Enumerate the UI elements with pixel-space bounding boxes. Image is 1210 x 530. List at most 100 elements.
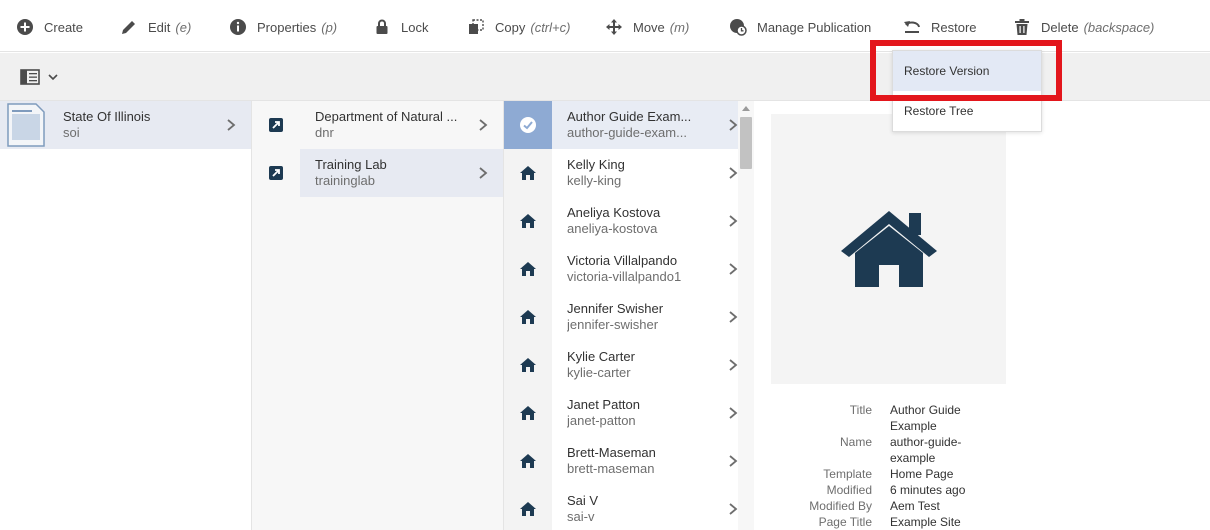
item-thumb[interactable] — [504, 101, 552, 149]
create-label: Create — [44, 19, 84, 35]
create-button[interactable]: Create — [16, 14, 83, 40]
item-texts: Janet Patton janet-patton — [567, 397, 727, 429]
item-texts: Victoria Villalpando victoria-villalpand… — [567, 253, 727, 285]
globe-clock-icon — [730, 19, 747, 36]
item-name: jennifer-swisher — [567, 317, 659, 332]
item-title: Aneliya Kostova — [567, 205, 661, 220]
item-thumb — [504, 293, 552, 341]
restore-label: Restore — [931, 19, 977, 35]
move-button[interactable]: Move (m) — [605, 14, 689, 40]
scroll-up-arrow-icon[interactable] — [741, 104, 751, 112]
action-toolbar: Create Edit (e) Properties (p) Lock Copy (c… — [0, 0, 1210, 52]
item-name: author-guide-exam... — [567, 125, 687, 140]
item-texts: Kelly King kelly-king — [567, 157, 727, 189]
properties-list: Title Author Guide Example Name author-gui… — [771, 402, 1011, 530]
item-title: Victoria Villalpando — [567, 253, 678, 268]
home-icon — [520, 358, 536, 372]
page-thumbnail-icon — [7, 103, 45, 147]
item-name: traininglab — [315, 173, 375, 188]
property-value: Home Page — [890, 467, 954, 481]
item-title: Department of Natural ... — [315, 109, 458, 124]
list-item[interactable]: Sai V sai-v — [504, 485, 753, 530]
chevron-down-icon — [48, 74, 58, 81]
item-name: brett-maseman — [567, 461, 655, 476]
property-key: Template — [823, 467, 872, 481]
item-texts: Aneliya Kostova aneliya-kostova — [567, 205, 727, 237]
restore-button[interactable]: Restore — [903, 14, 977, 40]
list-item[interactable]: Jennifer Swisher jennifer-swisher — [504, 293, 753, 341]
edit-button[interactable]: Edit (e) — [120, 14, 191, 40]
copy-button[interactable]: Copy (ctrl+c) — [467, 14, 570, 40]
pencil-icon — [122, 21, 135, 34]
list-item[interactable]: Kelly King kelly-king — [504, 149, 753, 197]
item-title: Training Lab — [315, 157, 387, 172]
restore-dropdown-menu: Restore Version Restore Tree — [892, 50, 1042, 132]
item-title: Kylie Carter — [567, 349, 635, 364]
column-view-icon — [20, 69, 40, 85]
item-name: dnr — [315, 125, 334, 140]
properties-button[interactable]: Properties (p) — [229, 14, 337, 40]
property-key: Title — [849, 403, 872, 417]
home-icon — [520, 166, 536, 180]
list-item[interactable]: Training Lab traininglab — [252, 149, 503, 197]
item-title: Janet Patton — [567, 397, 640, 412]
trash-icon — [1015, 19, 1029, 35]
lock-label: Lock — [401, 19, 429, 35]
chevron-right-icon[interactable] — [477, 118, 489, 132]
chevron-right-icon[interactable] — [477, 166, 489, 180]
property-row: Modified By Aem Test — [771, 498, 1011, 514]
manage-publication-label: Manage Publication — [757, 19, 872, 35]
list-item[interactable]: Department of Natural ... dnr — [252, 101, 503, 149]
property-row: Template Home Page — [771, 466, 1011, 482]
property-value: Example Site — [890, 515, 961, 529]
restore-tree-menu-item[interactable]: Restore Tree — [893, 91, 1041, 131]
list-item[interactable]: Author Guide Exam... author-guide-exam..… — [504, 101, 753, 149]
delete-shortcut: (backspace) — [1083, 19, 1155, 35]
item-thumb — [252, 101, 300, 149]
home-icon — [520, 454, 536, 468]
item-thumb — [252, 149, 300, 197]
manage-publication-button[interactable]: Manage Publication — [729, 14, 871, 40]
home-icon — [840, 211, 937, 287]
list-item[interactable]: Aneliya Kostova aneliya-kostova — [504, 197, 753, 245]
external-link-icon — [269, 166, 283, 180]
property-row: Page Title Example Site — [771, 514, 1011, 530]
item-texts: State Of Illinois soi — [63, 109, 225, 141]
item-name: kylie-carter — [567, 365, 631, 380]
item-title: Jennifer Swisher — [567, 301, 664, 316]
list-item[interactable]: State Of Illinois soi — [0, 101, 251, 149]
scrollbar-thumb[interactable] — [740, 117, 752, 169]
view-switcher-button[interactable] — [20, 68, 58, 86]
property-value: Author Guide Example — [890, 403, 961, 433]
item-thumb — [504, 437, 552, 485]
properties-shortcut: (p) — [321, 19, 338, 35]
list-item[interactable]: Brett-Maseman brett-maseman — [504, 437, 753, 485]
plus-circle-icon — [17, 19, 33, 35]
edit-shortcut: (e) — [175, 19, 192, 35]
property-key: Name — [839, 435, 872, 449]
info-icon — [230, 19, 246, 35]
item-name: victoria-villalpando1 — [567, 269, 682, 284]
item-texts: Kylie Carter kylie-carter — [567, 349, 727, 381]
property-value: author-guide-example — [890, 435, 962, 465]
home-icon — [520, 406, 536, 420]
move-label: Move — [633, 19, 665, 35]
item-title: Author Guide Exam... — [567, 109, 692, 124]
lock-button[interactable]: Lock — [373, 14, 428, 40]
item-texts: Author Guide Exam... author-guide-exam..… — [567, 109, 727, 141]
chevron-right-icon[interactable] — [225, 118, 237, 132]
property-key: Modified — [826, 483, 872, 497]
list-item[interactable]: Janet Patton janet-patton — [504, 389, 753, 437]
move-icon — [606, 19, 622, 35]
item-thumb — [504, 245, 552, 293]
home-icon — [520, 214, 536, 228]
list-item[interactable]: Kylie Carter kylie-carter — [504, 341, 753, 389]
item-name: kelly-king — [567, 173, 622, 188]
list-item[interactable]: Victoria Villalpando victoria-villalpand… — [504, 245, 753, 293]
delete-button[interactable]: Delete (backspace) — [1013, 14, 1154, 40]
item-title: State Of Illinois — [63, 109, 151, 124]
column-1: State Of Illinois soi — [0, 101, 252, 530]
restore-version-menu-item[interactable]: Restore Version — [893, 51, 1041, 91]
item-texts: Sai V sai-v — [567, 493, 727, 525]
item-name: janet-patton — [567, 413, 636, 428]
